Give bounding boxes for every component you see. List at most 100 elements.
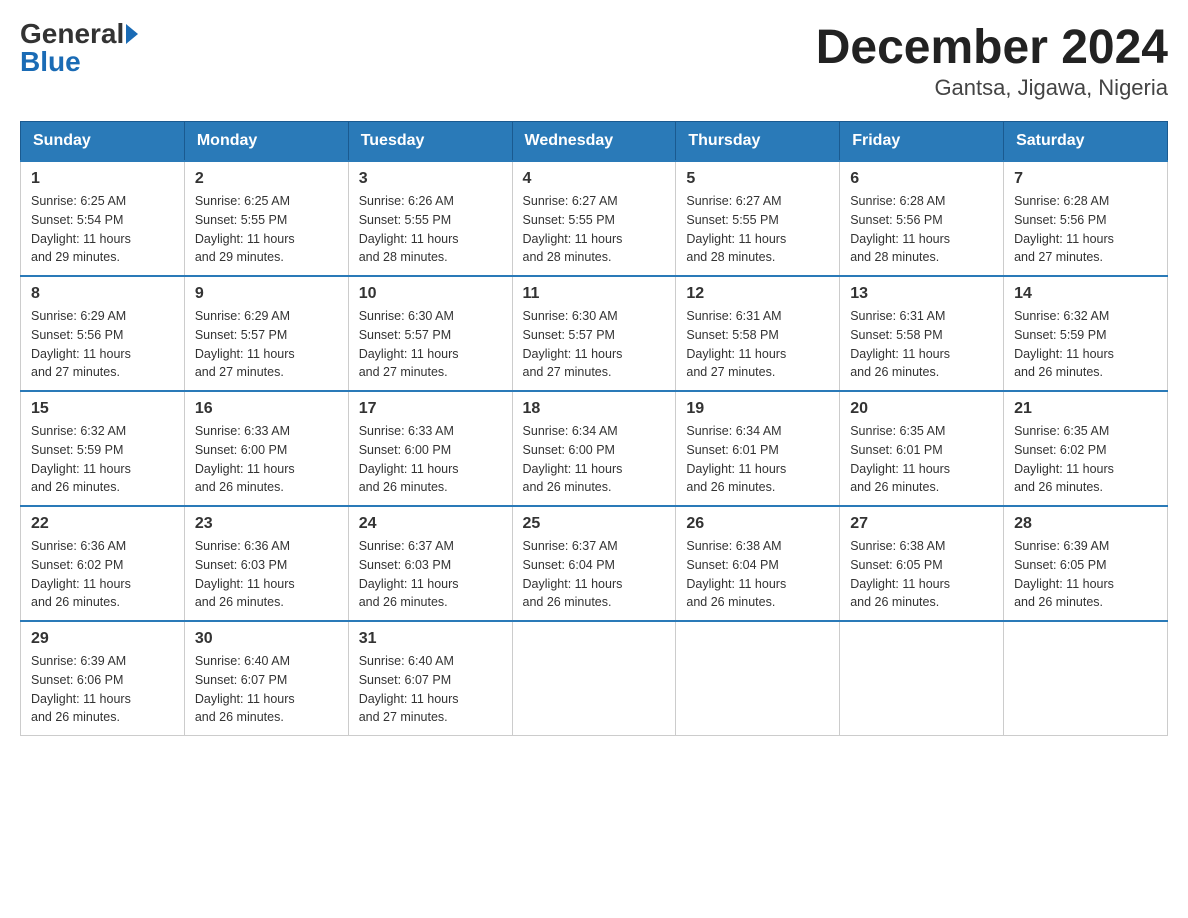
day-info: Sunrise: 6:35 AMSunset: 6:01 PMDaylight:… <box>850 424 950 494</box>
title-block: December 2024 Gantsa, Jigawa, Nigeria <box>816 20 1168 101</box>
day-info: Sunrise: 6:27 AMSunset: 5:55 PMDaylight:… <box>686 194 786 264</box>
day-info: Sunrise: 6:30 AMSunset: 5:57 PMDaylight:… <box>359 309 459 379</box>
day-info: Sunrise: 6:38 AMSunset: 6:05 PMDaylight:… <box>850 539 950 609</box>
calendar-cell: 25 Sunrise: 6:37 AMSunset: 6:04 PMDaylig… <box>512 506 676 621</box>
day-number: 27 <box>850 515 993 533</box>
day-info: Sunrise: 6:29 AMSunset: 5:56 PMDaylight:… <box>31 309 131 379</box>
calendar-cell <box>676 621 840 736</box>
day-number: 2 <box>195 170 338 188</box>
day-number: 9 <box>195 285 338 303</box>
day-info: Sunrise: 6:30 AMSunset: 5:57 PMDaylight:… <box>523 309 623 379</box>
calendar-header-row: Sunday Monday Tuesday Wednesday Thursday… <box>21 122 1168 162</box>
day-number: 28 <box>1014 515 1157 533</box>
logo: General Blue <box>20 20 138 76</box>
header-saturday: Saturday <box>1004 122 1168 162</box>
day-info: Sunrise: 6:25 AMSunset: 5:55 PMDaylight:… <box>195 194 295 264</box>
calendar-cell: 14 Sunrise: 6:32 AMSunset: 5:59 PMDaylig… <box>1004 276 1168 391</box>
day-number: 13 <box>850 285 993 303</box>
day-number: 17 <box>359 400 502 418</box>
calendar-cell: 26 Sunrise: 6:38 AMSunset: 6:04 PMDaylig… <box>676 506 840 621</box>
day-info: Sunrise: 6:27 AMSunset: 5:55 PMDaylight:… <box>523 194 623 264</box>
day-number: 11 <box>523 285 666 303</box>
day-info: Sunrise: 6:40 AMSunset: 6:07 PMDaylight:… <box>359 654 459 724</box>
calendar-cell: 3 Sunrise: 6:26 AMSunset: 5:55 PMDayligh… <box>348 161 512 276</box>
calendar-cell: 15 Sunrise: 6:32 AMSunset: 5:59 PMDaylig… <box>21 391 185 506</box>
header-tuesday: Tuesday <box>348 122 512 162</box>
day-number: 7 <box>1014 170 1157 188</box>
day-info: Sunrise: 6:35 AMSunset: 6:02 PMDaylight:… <box>1014 424 1114 494</box>
calendar-cell <box>1004 621 1168 736</box>
calendar-cell: 19 Sunrise: 6:34 AMSunset: 6:01 PMDaylig… <box>676 391 840 506</box>
day-number: 19 <box>686 400 829 418</box>
calendar-table: Sunday Monday Tuesday Wednesday Thursday… <box>20 121 1168 736</box>
day-info: Sunrise: 6:31 AMSunset: 5:58 PMDaylight:… <box>686 309 786 379</box>
day-number: 14 <box>1014 285 1157 303</box>
calendar-cell: 28 Sunrise: 6:39 AMSunset: 6:05 PMDaylig… <box>1004 506 1168 621</box>
day-info: Sunrise: 6:38 AMSunset: 6:04 PMDaylight:… <box>686 539 786 609</box>
calendar-cell: 2 Sunrise: 6:25 AMSunset: 5:55 PMDayligh… <box>184 161 348 276</box>
day-info: Sunrise: 6:32 AMSunset: 5:59 PMDaylight:… <box>31 424 131 494</box>
day-number: 6 <box>850 170 993 188</box>
logo-arrow-icon <box>126 24 138 44</box>
day-number: 21 <box>1014 400 1157 418</box>
day-number: 22 <box>31 515 174 533</box>
calendar-subtitle: Gantsa, Jigawa, Nigeria <box>816 75 1168 101</box>
day-info: Sunrise: 6:39 AMSunset: 6:05 PMDaylight:… <box>1014 539 1114 609</box>
calendar-cell: 10 Sunrise: 6:30 AMSunset: 5:57 PMDaylig… <box>348 276 512 391</box>
day-info: Sunrise: 6:25 AMSunset: 5:54 PMDaylight:… <box>31 194 131 264</box>
day-info: Sunrise: 6:33 AMSunset: 6:00 PMDaylight:… <box>359 424 459 494</box>
header-sunday: Sunday <box>21 122 185 162</box>
calendar-cell: 27 Sunrise: 6:38 AMSunset: 6:05 PMDaylig… <box>840 506 1004 621</box>
day-number: 30 <box>195 630 338 648</box>
calendar-cell: 7 Sunrise: 6:28 AMSunset: 5:56 PMDayligh… <box>1004 161 1168 276</box>
day-info: Sunrise: 6:37 AMSunset: 6:04 PMDaylight:… <box>523 539 623 609</box>
calendar-cell: 21 Sunrise: 6:35 AMSunset: 6:02 PMDaylig… <box>1004 391 1168 506</box>
week-row-3: 15 Sunrise: 6:32 AMSunset: 5:59 PMDaylig… <box>21 391 1168 506</box>
header-wednesday: Wednesday <box>512 122 676 162</box>
week-row-1: 1 Sunrise: 6:25 AMSunset: 5:54 PMDayligh… <box>21 161 1168 276</box>
week-row-5: 29 Sunrise: 6:39 AMSunset: 6:06 PMDaylig… <box>21 621 1168 736</box>
day-info: Sunrise: 6:34 AMSunset: 6:01 PMDaylight:… <box>686 424 786 494</box>
calendar-cell: 24 Sunrise: 6:37 AMSunset: 6:03 PMDaylig… <box>348 506 512 621</box>
day-number: 25 <box>523 515 666 533</box>
logo-general: General <box>20 20 124 48</box>
calendar-cell: 4 Sunrise: 6:27 AMSunset: 5:55 PMDayligh… <box>512 161 676 276</box>
day-info: Sunrise: 6:36 AMSunset: 6:03 PMDaylight:… <box>195 539 295 609</box>
page-header: General Blue December 2024 Gantsa, Jigaw… <box>20 20 1168 101</box>
header-monday: Monday <box>184 122 348 162</box>
header-friday: Friday <box>840 122 1004 162</box>
day-number: 5 <box>686 170 829 188</box>
day-info: Sunrise: 6:40 AMSunset: 6:07 PMDaylight:… <box>195 654 295 724</box>
calendar-cell: 9 Sunrise: 6:29 AMSunset: 5:57 PMDayligh… <box>184 276 348 391</box>
calendar-cell: 22 Sunrise: 6:36 AMSunset: 6:02 PMDaylig… <box>21 506 185 621</box>
day-info: Sunrise: 6:36 AMSunset: 6:02 PMDaylight:… <box>31 539 131 609</box>
calendar-cell: 1 Sunrise: 6:25 AMSunset: 5:54 PMDayligh… <box>21 161 185 276</box>
calendar-cell <box>512 621 676 736</box>
calendar-cell: 23 Sunrise: 6:36 AMSunset: 6:03 PMDaylig… <box>184 506 348 621</box>
day-number: 1 <box>31 170 174 188</box>
day-number: 15 <box>31 400 174 418</box>
day-info: Sunrise: 6:32 AMSunset: 5:59 PMDaylight:… <box>1014 309 1114 379</box>
day-number: 10 <box>359 285 502 303</box>
calendar-cell: 6 Sunrise: 6:28 AMSunset: 5:56 PMDayligh… <box>840 161 1004 276</box>
day-number: 24 <box>359 515 502 533</box>
day-number: 4 <box>523 170 666 188</box>
calendar-cell: 18 Sunrise: 6:34 AMSunset: 6:00 PMDaylig… <box>512 391 676 506</box>
calendar-cell: 29 Sunrise: 6:39 AMSunset: 6:06 PMDaylig… <box>21 621 185 736</box>
day-number: 23 <box>195 515 338 533</box>
day-number: 20 <box>850 400 993 418</box>
calendar-cell: 16 Sunrise: 6:33 AMSunset: 6:00 PMDaylig… <box>184 391 348 506</box>
week-row-4: 22 Sunrise: 6:36 AMSunset: 6:02 PMDaylig… <box>21 506 1168 621</box>
day-number: 29 <box>31 630 174 648</box>
calendar-cell: 20 Sunrise: 6:35 AMSunset: 6:01 PMDaylig… <box>840 391 1004 506</box>
calendar-cell <box>840 621 1004 736</box>
logo-blue: Blue <box>20 48 81 76</box>
day-info: Sunrise: 6:28 AMSunset: 5:56 PMDaylight:… <box>850 194 950 264</box>
day-info: Sunrise: 6:26 AMSunset: 5:55 PMDaylight:… <box>359 194 459 264</box>
calendar-cell: 31 Sunrise: 6:40 AMSunset: 6:07 PMDaylig… <box>348 621 512 736</box>
day-info: Sunrise: 6:34 AMSunset: 6:00 PMDaylight:… <box>523 424 623 494</box>
day-number: 16 <box>195 400 338 418</box>
day-number: 12 <box>686 285 829 303</box>
week-row-2: 8 Sunrise: 6:29 AMSunset: 5:56 PMDayligh… <box>21 276 1168 391</box>
day-info: Sunrise: 6:31 AMSunset: 5:58 PMDaylight:… <box>850 309 950 379</box>
